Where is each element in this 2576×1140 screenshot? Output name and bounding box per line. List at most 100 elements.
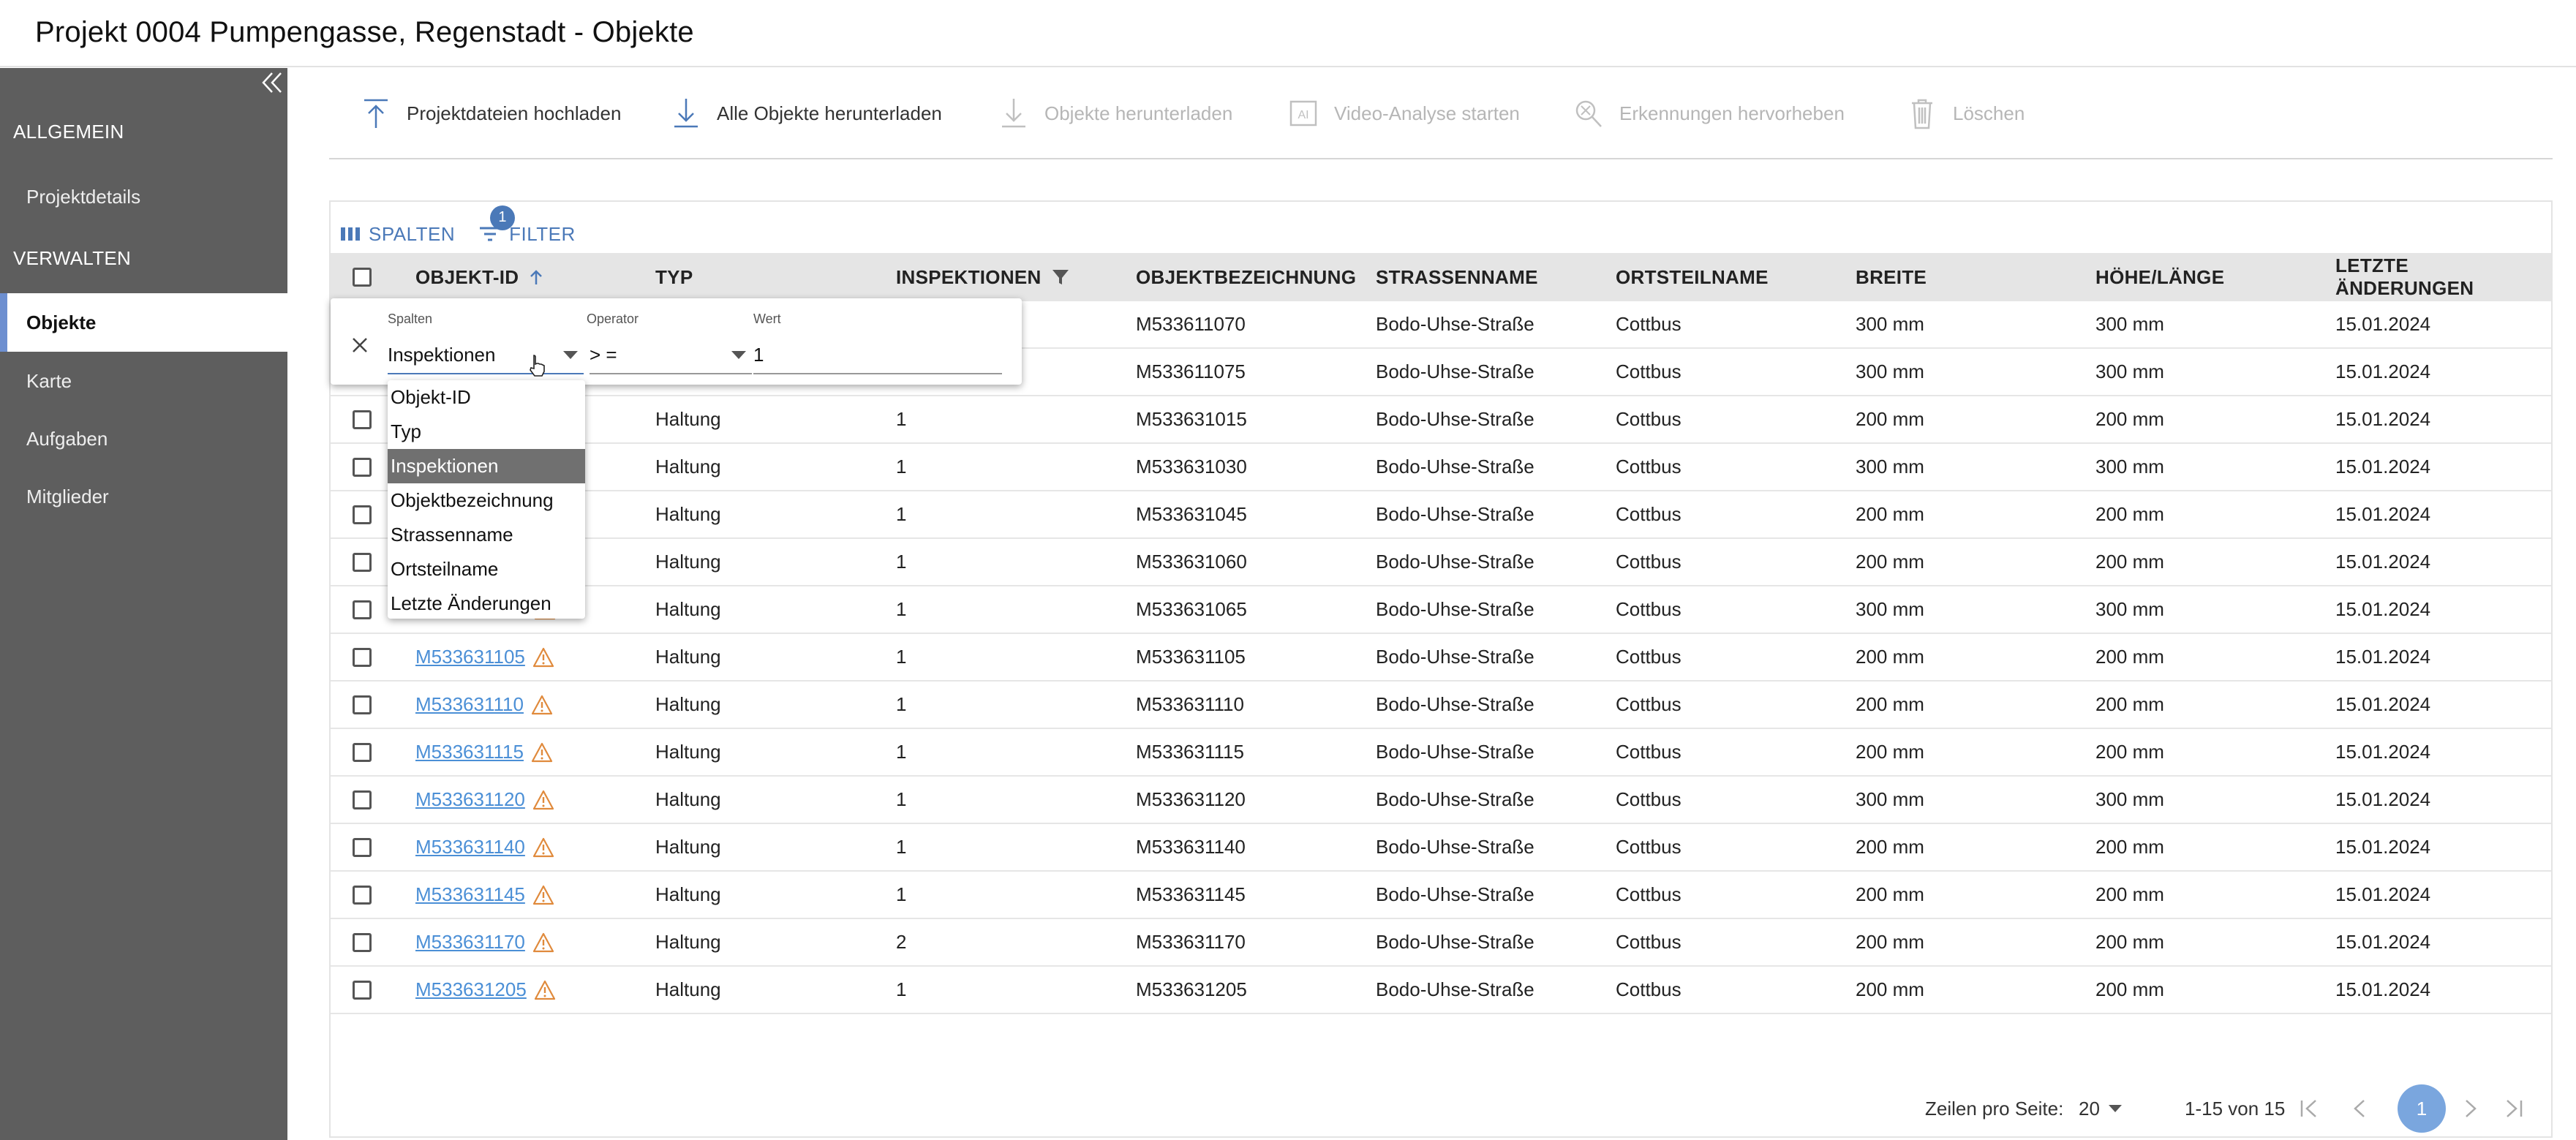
row-checkbox[interactable] — [353, 980, 372, 1000]
row-checkbox-cell[interactable] — [353, 444, 372, 490]
objekt-id-link[interactable]: M533631110 — [415, 693, 524, 716]
rows-per-page-select[interactable]: 20 — [2079, 1081, 2122, 1136]
table-row[interactable]: M533631145 Haltung 1 M533631145 Bodo-Uhse-St… — [331, 872, 2551, 919]
filter-column-select[interactable]: Inspektionen — [388, 336, 584, 374]
row-checkbox-cell[interactable] — [353, 919, 372, 965]
objekt-id-link[interactable]: M533631120 — [415, 788, 525, 811]
filter-operator-select[interactable]: > = — [590, 336, 752, 374]
header-inspektionen[interactable]: INSPEKTIONEN — [896, 253, 1069, 301]
filter-button[interactable]: 1 FILTER — [478, 205, 576, 246]
select-all-checkbox[interactable] — [353, 268, 372, 287]
first-page-icon[interactable] — [2298, 1081, 2320, 1136]
row-checkbox-cell[interactable] — [353, 491, 372, 537]
row-checkbox[interactable] — [353, 552, 372, 572]
row-checkbox-cell[interactable] — [353, 967, 372, 1013]
table-row[interactable]: M533631110 Haltung 1 M533631110 Bodo-Uhse-St… — [331, 682, 2551, 729]
column-option[interactable]: Objektbezeichnung — [388, 483, 585, 518]
select-all-checkbox-cell[interactable] — [353, 253, 372, 301]
row-checkbox[interactable] — [353, 790, 372, 809]
header-letzte-aenderungen[interactable]: LETZTE ÄNDERUNGEN — [2335, 253, 2551, 301]
column-options-dropdown: Objekt-ID Typ Inspektionen Objektbezeichnun… — [388, 380, 585, 619]
download-all-button[interactable]: Alle Objekte herunterladen — [670, 95, 942, 132]
table-row[interactable]: M533631140 Haltung 1 M533631140 Bodo-Uhse-St… — [331, 824, 2551, 872]
objekt-id-link[interactable]: M533631115 — [415, 741, 524, 763]
current-page-number[interactable]: 1 — [2398, 1084, 2446, 1133]
row-checkbox[interactable] — [353, 409, 372, 429]
column-option[interactable]: Strassenname — [388, 518, 585, 552]
last-page-icon[interactable] — [2503, 1081, 2525, 1136]
table-row[interactable]: M533631120 Haltung 1 M533631120 Bodo-Uhse-St… — [331, 777, 2551, 824]
objekt-id-link[interactable]: M533631145 — [415, 883, 525, 906]
objekt-id-link[interactable]: M533631170 — [415, 931, 525, 954]
header-strassenname[interactable]: STRASSENNAME — [1376, 253, 1538, 301]
row-checkbox-cell[interactable] — [353, 777, 372, 823]
row-checkbox-cell[interactable] — [353, 872, 372, 918]
delete-button[interactable]: Löschen — [1906, 95, 2025, 132]
row-checkbox[interactable] — [353, 457, 372, 477]
table-row[interactable]: M533631060Haltung1M533631060Bodo-Uhse-St… — [331, 539, 2551, 586]
sidebar-item-mitglieder[interactable]: Mitglieder — [0, 467, 287, 526]
table-row[interactable]: M533631065Haltung1M533631065Bodo-Uhse-St… — [331, 586, 2551, 634]
video-analysis-button[interactable]: AI Video-Analyse starten — [1287, 95, 1520, 132]
highlight-button[interactable]: Erkennungen hervorheben — [1573, 95, 1845, 132]
current-page[interactable]: 1 — [2398, 1081, 2446, 1136]
hand-cursor-icon — [528, 354, 547, 381]
rows-per-page-value: 20 — [2079, 1097, 2100, 1120]
row-checkbox-cell[interactable] — [353, 539, 372, 585]
header-objektbezeichnung[interactable]: OBJEKTBEZEICHNUNG — [1136, 253, 1356, 301]
download-icon — [670, 97, 702, 129]
column-option[interactable]: Objekt-ID — [388, 380, 585, 415]
table-row[interactable]: M533631170 Haltung 2 M533631170 Bodo-Uhse-St… — [331, 919, 2551, 967]
row-checkbox-cell[interactable] — [353, 396, 372, 442]
table-row[interactable]: M533631115 Haltung 1 M533631115 Bodo-Uhse-St… — [331, 729, 2551, 777]
columns-button[interactable]: SPALTEN — [341, 223, 455, 246]
row-checkbox-cell[interactable] — [353, 824, 372, 870]
double-chevron-left-icon[interactable] — [257, 68, 287, 97]
column-option[interactable]: Letzte Änderungen — [388, 586, 585, 619]
column-option[interactable]: Inspektionen — [388, 449, 585, 483]
previous-page-icon[interactable] — [2349, 1081, 2371, 1136]
table-row[interactable]: M533631205 Haltung 1 M533631205 Bodo-Uhse-St… — [331, 967, 2551, 1014]
table-row[interactable]: M533631045Haltung1M533631045Bodo-Uhse-St… — [331, 491, 2551, 539]
objekt-id-link[interactable]: M533631205 — [415, 978, 527, 1001]
next-page-icon[interactable] — [2459, 1081, 2481, 1136]
row-checkbox-cell[interactable] — [353, 634, 372, 680]
header-ortsteilname[interactable]: ORTSTEILNAME — [1616, 253, 1769, 301]
row-checkbox[interactable] — [353, 695, 372, 714]
filter-value-input[interactable]: 1 — [753, 336, 1002, 374]
row-checkbox[interactable] — [353, 885, 372, 905]
breite-cell: 200 mm — [1856, 693, 1924, 715]
objektbezeichnung-cell: M533631115 — [1136, 741, 1244, 763]
row-checkbox[interactable] — [353, 932, 372, 952]
header-objekt-id[interactable]: OBJEKT-ID — [415, 253, 543, 301]
row-checkbox-cell[interactable] — [353, 586, 372, 633]
row-checkbox[interactable] — [353, 600, 372, 619]
table-row[interactable]: M533631105 Haltung 1 M533631105 Bodo-Uhse-St… — [331, 634, 2551, 682]
action-toolbar: Projektdateien hochladen Alle Objekte he… — [329, 67, 2553, 159]
table-row[interactable]: M533631030Haltung1M533631030Bodo-Uhse-St… — [331, 444, 2551, 491]
header-hoehe-laenge[interactable]: HÖHE/LÄNGE — [2095, 253, 2224, 301]
row-checkbox[interactable] — [353, 647, 372, 667]
row-checkbox[interactable] — [353, 837, 372, 857]
objekt-id-link[interactable]: M533631140 — [415, 836, 525, 858]
sort-ascending-icon[interactable] — [529, 268, 543, 286]
column-option[interactable]: Ortsteilname — [388, 552, 585, 586]
row-checkbox-cell[interactable] — [353, 729, 372, 775]
upload-button[interactable]: Projektdateien hochladen — [360, 95, 621, 132]
header-typ[interactable]: TYP — [655, 253, 693, 301]
sidebar-item-objekte[interactable]: Objekte — [0, 293, 287, 352]
row-checkbox-cell[interactable] — [353, 682, 372, 728]
row-checkbox[interactable] — [353, 742, 372, 762]
sidebar-item-karte[interactable]: Karte — [0, 352, 287, 410]
download-button[interactable]: Objekte herunterladen — [998, 95, 1232, 132]
funnel-icon[interactable] — [1052, 268, 1069, 286]
close-icon[interactable] — [350, 335, 370, 355]
row-checkbox[interactable] — [353, 505, 372, 524]
sidebar-item-projektdetails[interactable]: Projektdetails — [0, 167, 287, 226]
objektbezeichnung-cell: M533631045 — [1136, 503, 1247, 525]
objekt-id-link[interactable]: M533631105 — [415, 646, 525, 668]
sidebar-item-aufgaben[interactable]: Aufgaben — [0, 409, 287, 468]
header-breite[interactable]: BREITE — [1856, 253, 1927, 301]
table-row[interactable]: M533631015Haltung1M533631015Bodo-Uhse-St… — [331, 396, 2551, 444]
column-option[interactable]: Typ — [388, 415, 585, 449]
